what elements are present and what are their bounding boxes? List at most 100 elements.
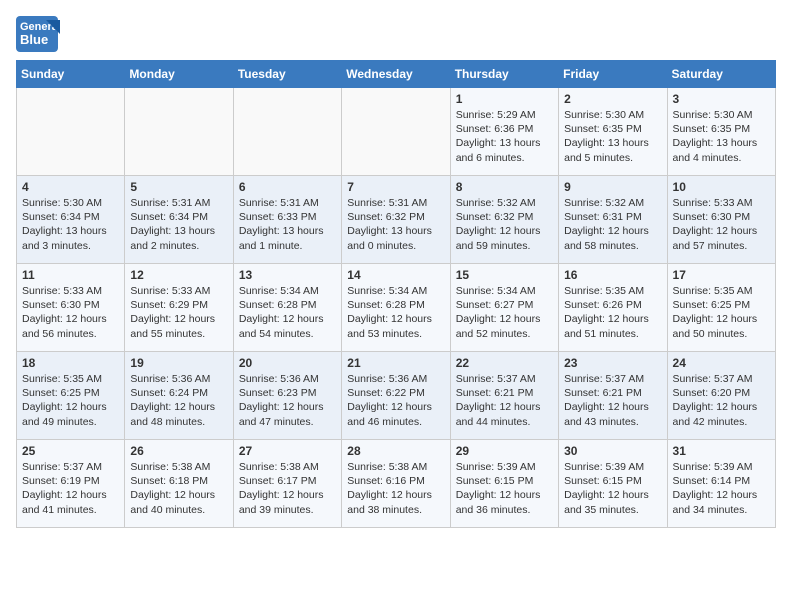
day-header-friday: Friday xyxy=(559,61,667,88)
day-info: Sunrise: 5:38 AM Sunset: 6:16 PM Dayligh… xyxy=(347,460,444,517)
day-info: Sunrise: 5:34 AM Sunset: 6:28 PM Dayligh… xyxy=(239,284,336,341)
day-info: Sunrise: 5:32 AM Sunset: 6:31 PM Dayligh… xyxy=(564,196,661,253)
day-number: 18 xyxy=(22,356,119,370)
day-number: 12 xyxy=(130,268,227,282)
day-info: Sunrise: 5:36 AM Sunset: 6:24 PM Dayligh… xyxy=(130,372,227,429)
day-info: Sunrise: 5:33 AM Sunset: 6:30 PM Dayligh… xyxy=(673,196,770,253)
day-info: Sunrise: 5:33 AM Sunset: 6:30 PM Dayligh… xyxy=(22,284,119,341)
day-info: Sunrise: 5:37 AM Sunset: 6:21 PM Dayligh… xyxy=(564,372,661,429)
calendar-cell: 1 Sunrise: 5:29 AM Sunset: 6:36 PM Daylig… xyxy=(450,88,558,176)
day-number: 7 xyxy=(347,180,444,194)
day-number: 16 xyxy=(564,268,661,282)
day-number: 19 xyxy=(130,356,227,370)
day-info: Sunrise: 5:33 AM Sunset: 6:29 PM Dayligh… xyxy=(130,284,227,341)
calendar-cell: 6 Sunrise: 5:31 AM Sunset: 6:33 PM Daylig… xyxy=(233,176,341,264)
calendar-cell: 10 Sunrise: 5:33 AM Sunset: 6:30 PM Dayli… xyxy=(667,176,775,264)
day-number: 10 xyxy=(673,180,770,194)
calendar-cell: 20Sunrise: 5:36 AM Sunset: 6:23 PM Dayli… xyxy=(233,352,341,440)
logo-icon: General Blue xyxy=(16,16,60,52)
day-number: 15 xyxy=(456,268,553,282)
day-info: Sunrise: 5:30 AM Sunset: 6:34 PM Dayligh… xyxy=(22,196,119,253)
day-number: 1 xyxy=(456,92,553,106)
day-number: 24 xyxy=(673,356,770,370)
calendar-cell: 31Sunrise: 5:39 AM Sunset: 6:14 PM Dayli… xyxy=(667,440,775,528)
day-number: 31 xyxy=(673,444,770,458)
calendar: SundayMondayTuesdayWednesdayThursdayFrid… xyxy=(16,60,776,528)
day-info: Sunrise: 5:35 AM Sunset: 6:25 PM Dayligh… xyxy=(673,284,770,341)
calendar-cell: 29Sunrise: 5:39 AM Sunset: 6:15 PM Dayli… xyxy=(450,440,558,528)
day-number: 11 xyxy=(22,268,119,282)
calendar-cell: 30Sunrise: 5:39 AM Sunset: 6:15 PM Dayli… xyxy=(559,440,667,528)
day-info: Sunrise: 5:30 AM Sunset: 6:35 PM Dayligh… xyxy=(564,108,661,165)
calendar-cell: 19 Sunrise: 5:36 AM Sunset: 6:24 PM Dayli… xyxy=(125,352,233,440)
day-number: 29 xyxy=(456,444,553,458)
day-info: Sunrise: 5:31 AM Sunset: 6:32 PM Dayligh… xyxy=(347,196,444,253)
day-number: 28 xyxy=(347,444,444,458)
calendar-cell: 15Sunrise: 5:34 AM Sunset: 6:27 PM Dayli… xyxy=(450,264,558,352)
calendar-cell: 11 Sunrise: 5:33 AM Sunset: 6:30 PM Dayli… xyxy=(17,264,125,352)
day-number: 26 xyxy=(130,444,227,458)
day-number: 23 xyxy=(564,356,661,370)
day-number: 27 xyxy=(239,444,336,458)
day-number: 30 xyxy=(564,444,661,458)
calendar-cell xyxy=(233,88,341,176)
calendar-cell: 14Sunrise: 5:34 AM Sunset: 6:28 PM Dayli… xyxy=(342,264,450,352)
calendar-cell xyxy=(342,88,450,176)
day-header-sunday: Sunday xyxy=(17,61,125,88)
calendar-cell: 9 Sunrise: 5:32 AM Sunset: 6:31 PM Daylig… xyxy=(559,176,667,264)
day-number: 3 xyxy=(673,92,770,106)
week-row-3: 11 Sunrise: 5:33 AM Sunset: 6:30 PM Dayli… xyxy=(17,264,776,352)
calendar-cell: 22 Sunrise: 5:37 AM Sunset: 6:21 PM Dayli… xyxy=(450,352,558,440)
week-row-1: 1 Sunrise: 5:29 AM Sunset: 6:36 PM Daylig… xyxy=(17,88,776,176)
day-info: Sunrise: 5:37 AM Sunset: 6:19 PM Dayligh… xyxy=(22,460,119,517)
calendar-cell: 18 Sunrise: 5:35 AM Sunset: 6:25 PM Dayli… xyxy=(17,352,125,440)
day-number: 8 xyxy=(456,180,553,194)
day-number: 14 xyxy=(347,268,444,282)
calendar-cell: 16Sunrise: 5:35 AM Sunset: 6:26 PM Dayli… xyxy=(559,264,667,352)
header: General Blue xyxy=(16,16,776,52)
day-number: 21 xyxy=(347,356,444,370)
day-number: 6 xyxy=(239,180,336,194)
calendar-cell xyxy=(125,88,233,176)
day-info: Sunrise: 5:30 AM Sunset: 6:35 PM Dayligh… xyxy=(673,108,770,165)
day-header-wednesday: Wednesday xyxy=(342,61,450,88)
svg-text:Blue: Blue xyxy=(20,32,48,47)
week-row-5: 25Sunrise: 5:37 AM Sunset: 6:19 PM Dayli… xyxy=(17,440,776,528)
day-info: Sunrise: 5:31 AM Sunset: 6:33 PM Dayligh… xyxy=(239,196,336,253)
calendar-cell xyxy=(17,88,125,176)
day-info: Sunrise: 5:29 AM Sunset: 6:36 PM Dayligh… xyxy=(456,108,553,165)
calendar-cell: 13Sunrise: 5:34 AM Sunset: 6:28 PM Dayli… xyxy=(233,264,341,352)
calendar-cell: 3 Sunrise: 5:30 AM Sunset: 6:35 PM Daylig… xyxy=(667,88,775,176)
calendar-cell: 2 Sunrise: 5:30 AM Sunset: 6:35 PM Daylig… xyxy=(559,88,667,176)
calendar-cell: 12 Sunrise: 5:33 AM Sunset: 6:29 PM Dayli… xyxy=(125,264,233,352)
week-row-4: 18 Sunrise: 5:35 AM Sunset: 6:25 PM Dayli… xyxy=(17,352,776,440)
days-of-week-row: SundayMondayTuesdayWednesdayThursdayFrid… xyxy=(17,61,776,88)
day-header-tuesday: Tuesday xyxy=(233,61,341,88)
day-number: 4 xyxy=(22,180,119,194)
day-info: Sunrise: 5:32 AM Sunset: 6:32 PM Dayligh… xyxy=(456,196,553,253)
day-header-saturday: Saturday xyxy=(667,61,775,88)
day-number: 9 xyxy=(564,180,661,194)
calendar-header: SundayMondayTuesdayWednesdayThursdayFrid… xyxy=(17,61,776,88)
day-info: Sunrise: 5:37 AM Sunset: 6:21 PM Dayligh… xyxy=(456,372,553,429)
calendar-cell: 27 Sunrise: 5:38 AM Sunset: 6:17 PM Dayli… xyxy=(233,440,341,528)
day-number: 5 xyxy=(130,180,227,194)
day-info: Sunrise: 5:37 AM Sunset: 6:20 PM Dayligh… xyxy=(673,372,770,429)
calendar-cell: 5Sunrise: 5:31 AM Sunset: 6:34 PM Daylig… xyxy=(125,176,233,264)
day-info: Sunrise: 5:36 AM Sunset: 6:22 PM Dayligh… xyxy=(347,372,444,429)
calendar-cell: 21 Sunrise: 5:36 AM Sunset: 6:22 PM Dayli… xyxy=(342,352,450,440)
day-header-thursday: Thursday xyxy=(450,61,558,88)
calendar-cell: 24 Sunrise: 5:37 AM Sunset: 6:20 PM Dayli… xyxy=(667,352,775,440)
calendar-cell: 28 Sunrise: 5:38 AM Sunset: 6:16 PM Dayli… xyxy=(342,440,450,528)
calendar-cell: 8 Sunrise: 5:32 AM Sunset: 6:32 PM Daylig… xyxy=(450,176,558,264)
day-info: Sunrise: 5:36 AM Sunset: 6:23 PM Dayligh… xyxy=(239,372,336,429)
day-number: 17 xyxy=(673,268,770,282)
day-header-monday: Monday xyxy=(125,61,233,88)
calendar-cell: 7 Sunrise: 5:31 AM Sunset: 6:32 PM Daylig… xyxy=(342,176,450,264)
day-number: 22 xyxy=(456,356,553,370)
day-info: Sunrise: 5:38 AM Sunset: 6:17 PM Dayligh… xyxy=(239,460,336,517)
logo: General Blue xyxy=(16,16,60,52)
calendar-cell: 17 Sunrise: 5:35 AM Sunset: 6:25 PM Dayli… xyxy=(667,264,775,352)
day-info: Sunrise: 5:35 AM Sunset: 6:25 PM Dayligh… xyxy=(22,372,119,429)
day-number: 2 xyxy=(564,92,661,106)
